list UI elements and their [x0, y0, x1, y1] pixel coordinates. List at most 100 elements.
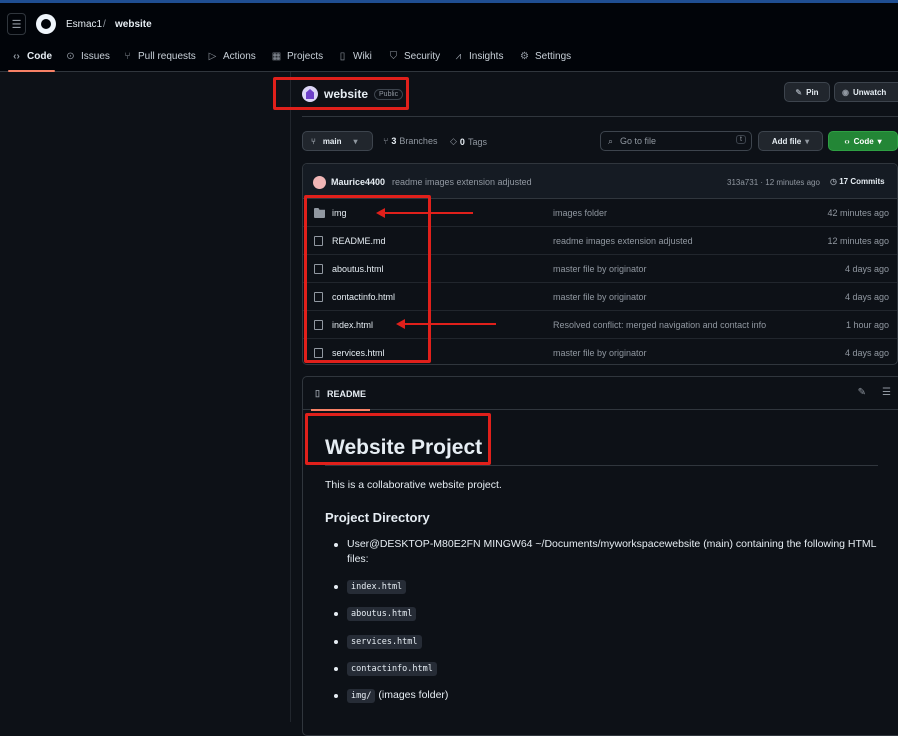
breadcrumb-repo[interactable]: website [115, 19, 152, 30]
tab-label: Issues [81, 51, 110, 62]
tab-security[interactable]: ⛉ Security [388, 47, 440, 72]
code-snippet: index.html [347, 580, 407, 594]
tab-wiki[interactable]: ▯ Wiki [337, 47, 372, 72]
history-icon: ◷ [830, 177, 837, 186]
list-item: User@DESKTOP-M80E2FN MINGW64 ~/Documents… [334, 537, 887, 567]
branch-icon: ⑂ [311, 136, 316, 146]
layout-divider [290, 72, 291, 722]
tags-link[interactable]: ◇ 0 Tags [450, 136, 487, 147]
pin-icon: ✎ [795, 87, 803, 97]
file-time: 4 days ago [844, 264, 889, 274]
eye-icon: ◉ [842, 87, 849, 97]
file-time: 4 days ago [844, 292, 889, 302]
commit-author-avatar[interactable] [313, 176, 326, 189]
branch-selector[interactable]: ⑂ main ▾ [302, 131, 373, 151]
breadcrumb-separator: / [103, 19, 106, 30]
file-time: 4 days ago [844, 348, 889, 358]
commit-count-label: 17 Commits [839, 177, 885, 186]
file-time: 42 minutes ago [827, 208, 889, 218]
list-item: services.html [334, 634, 887, 650]
readme-tools: ✎ ☰ [858, 387, 891, 398]
code-snippet: contactinfo.html [347, 662, 437, 676]
tab-readme[interactable]: ▯ README [311, 377, 370, 411]
commit-message[interactable]: readme images extension adjusted [392, 177, 532, 187]
book-icon: ▯ [315, 388, 320, 398]
file-commit-message[interactable]: images folder [553, 208, 607, 218]
list-icon[interactable]: ☰ [882, 387, 891, 398]
chevron-down-icon: ▾ [353, 136, 358, 146]
list-item: contactinfo.html [334, 661, 887, 677]
code-snippet: img/ [347, 689, 376, 703]
graph-icon: ⩘ [455, 51, 462, 62]
annotation-arrow-img [376, 208, 473, 218]
file-commit-message[interactable]: master file by originator [553, 292, 647, 302]
readme-title-rule [325, 465, 878, 466]
tab-pull-requests[interactable]: ⑂ Pull requests [122, 47, 196, 72]
pin-button[interactable]: ✎ Pin [784, 82, 830, 102]
code-snippet: services.html [347, 635, 422, 649]
latest-commit-bar: Maurice4400 readme images extension adju… [303, 164, 897, 199]
unwatch-button[interactable]: ◉ Unwatch [834, 82, 898, 102]
book-icon: ▯ [339, 51, 346, 62]
tab-issues[interactable]: ⊙ Issues [65, 47, 110, 72]
readme-header: ▯ README ✎ ☰ [303, 377, 898, 411]
annotation-arrow-index [396, 319, 496, 329]
tab-label: Actions [223, 51, 256, 62]
file-time: 12 minutes ago [827, 236, 889, 246]
go-to-file-input[interactable]: ⌕ Go to file t [600, 131, 752, 151]
chevron-down-icon: ▾ [805, 136, 810, 146]
repo-nav-tabs: ‹› Code ⊙ Issues ⑂ Pull requests ▷ Actio… [0, 47, 898, 72]
branch-name: main [322, 136, 342, 146]
tags-label: Tags [467, 136, 487, 147]
pin-label: Pin [806, 87, 819, 97]
search-placeholder: Go to file [620, 136, 657, 146]
tab-label: Insights [469, 51, 504, 62]
annotation-box-file-list [304, 195, 431, 363]
tab-actions[interactable]: ▷ Actions [207, 47, 256, 72]
tags-count: 0 [459, 136, 465, 147]
add-file-label: Add file [771, 136, 802, 146]
search-icon: ⌕ [608, 135, 614, 146]
chevron-down-icon: ▾ [877, 136, 882, 146]
annotation-box-repo-title [273, 77, 409, 110]
tab-label: Projects [287, 51, 324, 62]
commit-hash-time[interactable]: 313a731 · 12 minutes ago [727, 178, 820, 187]
code-label: Code [853, 136, 874, 146]
branches-count: 3 [391, 136, 397, 146]
file-commit-message[interactable]: master file by originator [553, 264, 647, 274]
branches-link[interactable]: ⑂ 3 Branches [383, 136, 437, 146]
tab-projects[interactable]: ▦ Projects [271, 47, 323, 72]
code-icon: ‹› [13, 51, 20, 62]
commit-author[interactable]: Maurice4400 [331, 177, 385, 187]
code-button[interactable]: ‹› Code ▾ [828, 131, 898, 151]
file-time: 1 hour ago [845, 320, 889, 330]
tab-label: Pull requests [138, 51, 196, 62]
list-item: index.html [334, 579, 887, 595]
file-commit-message[interactable]: readme images extension adjusted [553, 236, 693, 246]
list-item: aboutus.html [334, 606, 887, 622]
file-commit-message[interactable]: master file by originator [553, 348, 647, 358]
issue-icon: ⊙ [66, 51, 75, 62]
keyboard-shortcut-hint: t [736, 135, 746, 144]
list-item-suffix: (images folder) [378, 689, 449, 701]
menu-icon[interactable]: ☰ [7, 13, 26, 35]
commit-count-link[interactable]: ◷ 17 Commits [830, 177, 885, 186]
add-file-button[interactable]: Add file ▾ [758, 131, 823, 151]
tab-label: Settings [535, 51, 572, 62]
github-logo-icon[interactable] [36, 14, 56, 34]
gear-icon: ⚙ [520, 51, 529, 62]
pencil-icon[interactable]: ✎ [858, 387, 866, 398]
branch-icon: ⑂ [383, 136, 389, 146]
tab-settings[interactable]: ⚙ Settings [519, 47, 571, 72]
annotation-box-readme-title [305, 413, 491, 465]
tab-insights[interactable]: ⩘ Insights [453, 47, 504, 72]
breadcrumb-owner[interactable]: Esmac1 [66, 19, 102, 30]
tab-label: Wiki [353, 51, 372, 62]
unwatch-label: Unwatch [852, 87, 887, 97]
tag-icon: ◇ [450, 136, 457, 146]
file-commit-message[interactable]: Resolved conflict: merged navigation and… [553, 320, 766, 330]
header-separator [302, 116, 898, 117]
branches-label: Branches [399, 136, 438, 146]
tab-code[interactable]: ‹› Code [8, 47, 55, 72]
list-item: img/ (images folder) [334, 688, 887, 704]
